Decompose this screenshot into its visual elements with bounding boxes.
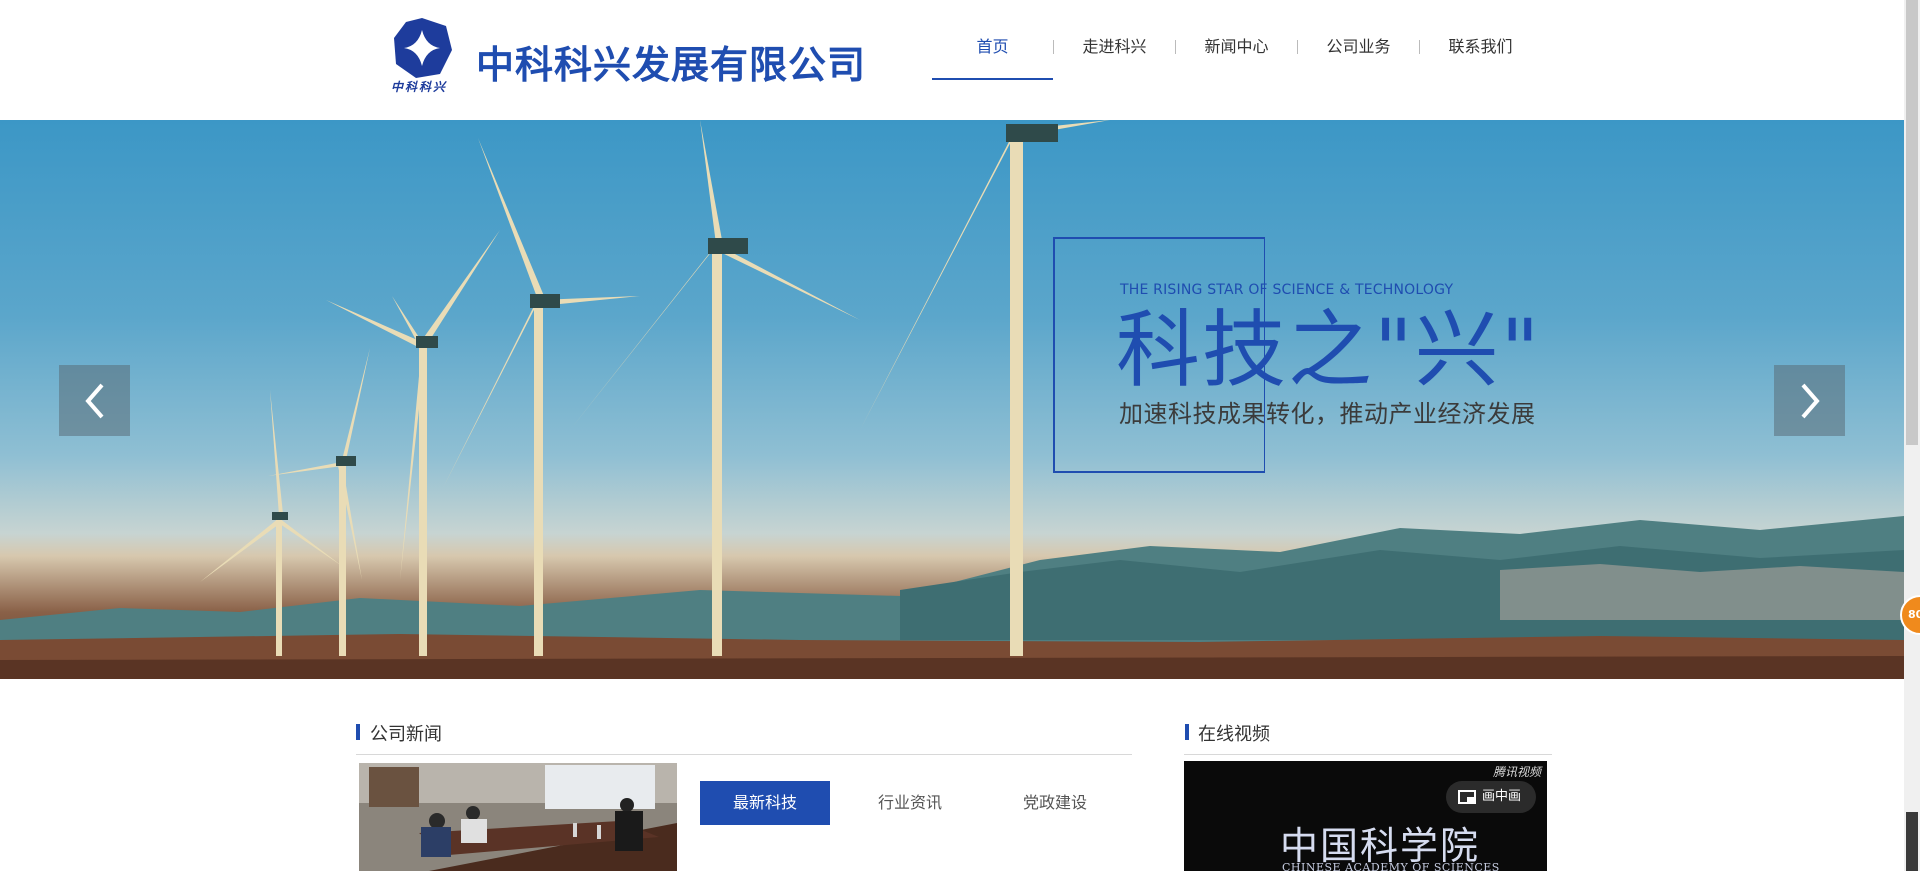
news-title-marker — [356, 724, 360, 740]
slogan-title: 科技之"兴" — [1116, 301, 1542, 399]
pip-icon — [1458, 790, 1476, 804]
chevron-right-icon — [1800, 383, 1820, 418]
video-logo-en: CHINESE ACADEMY OF SCIENCES — [1282, 861, 1500, 871]
tab-latest-tech[interactable]: 最新科技 — [700, 781, 830, 825]
news-divider — [356, 754, 1132, 755]
nav-item-home[interactable]: 首页 — [932, 36, 1053, 80]
scrollbar-thumb-lower[interactable] — [1906, 812, 1918, 871]
main-nav: 首页 走进科兴 新闻中心 公司业务 联系我们 — [932, 36, 1541, 80]
scrollbar-thumb[interactable] — [1906, 0, 1918, 445]
logo-subtext: 中科科兴 — [391, 80, 448, 94]
slogan-english: THE RISING STAR OF SCIENCE & TECHNOLOGY — [1120, 282, 1454, 298]
video-title-marker — [1185, 724, 1189, 740]
tencent-video-brand: 腾讯视频 — [1492, 765, 1541, 779]
nav-item-about[interactable]: 走进科兴 — [1054, 36, 1175, 80]
news-photo[interactable] — [359, 763, 677, 871]
video-divider — [1184, 754, 1552, 755]
news-section-title[interactable]: 公司新闻 — [370, 720, 442, 746]
meeting-room-image — [359, 763, 677, 871]
company-name[interactable]: 中科科兴发展有限公司 — [476, 34, 866, 89]
nav-item-news[interactable]: 新闻中心 — [1176, 36, 1297, 80]
tab-party-building[interactable]: 党政建设 — [990, 781, 1120, 825]
site-header: 中科科兴 中科科兴发展有限公司 首页 走进科兴 新闻中心 公司业务 联系我们 — [0, 0, 1904, 120]
wind-turbines-image — [0, 120, 1904, 679]
nav-item-contact[interactable]: 联系我们 — [1420, 36, 1541, 80]
page-scrollbar[interactable] — [1904, 0, 1920, 871]
nav-item-business[interactable]: 公司业务 — [1298, 36, 1419, 80]
video-section-title[interactable]: 在线视频 — [1198, 720, 1270, 746]
hero-banner: THE RISING STAR OF SCIENCE & TECHNOLOGY … — [0, 120, 1904, 679]
pip-button[interactable]: 画中画 — [1446, 781, 1536, 813]
banner-next-button[interactable] — [1774, 365, 1845, 436]
pip-label: 画中画 — [1482, 789, 1522, 804]
slogan-subtitle: 加速科技成果转化，推动产业经济发展 — [1119, 400, 1536, 428]
video-player[interactable]: 腾讯视频 画中画 中国科学院 CHINESE ACADEMY OF SCIENC… — [1184, 761, 1547, 871]
tab-industry-news[interactable]: 行业资讯 — [845, 781, 975, 825]
banner-prev-button[interactable] — [59, 365, 130, 436]
chevron-left-icon — [84, 383, 104, 418]
